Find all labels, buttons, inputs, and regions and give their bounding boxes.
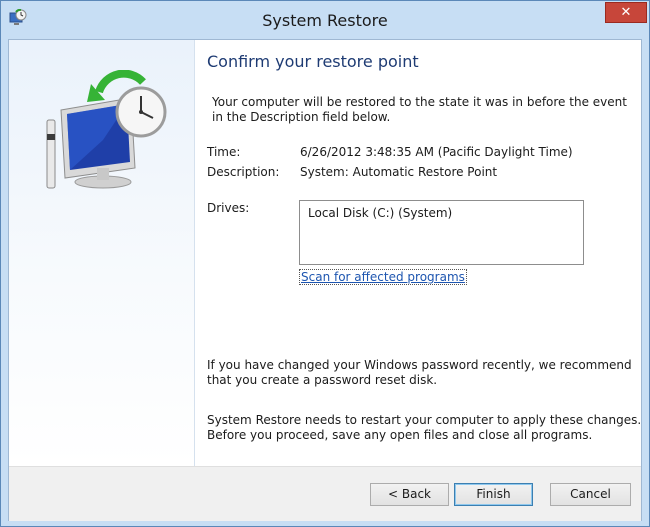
finish-button[interactable]: Finish [454,483,533,506]
list-item[interactable]: Local Disk (C:) (System) [308,206,452,220]
description-value: System: Automatic Restore Point [300,165,498,179]
button-bar: < Back Finish Cancel [9,466,641,521]
restart-note-line: System Restore needs to restart your com… [207,413,642,427]
scan-affected-programs-link[interactable]: Scan for affected programs [299,269,467,285]
intro-text: Your computer will be restored to the st… [212,95,627,125]
time-value: 6/26/2012 3:48:35 AM (Pacific Daylight T… [300,145,573,159]
system-restore-window: System Restore ✕ Confirm your restore po… [0,0,650,527]
close-icon: ✕ [620,5,632,20]
intro-line: in the Description field below. [212,110,391,124]
password-note: If you have changed your Windows passwor… [207,358,632,388]
time-label: Time: [207,145,241,159]
restart-note-line: Before you proceed, save any open files … [207,428,593,442]
window-title: System Restore [262,11,388,30]
password-note-line: If you have changed your Windows passwor… [207,358,632,372]
title-bar[interactable]: System Restore ✕ [1,1,649,39]
password-note-line: that you create a password reset disk. [207,373,438,387]
drives-list[interactable]: Local Disk (C:) (System) [299,200,584,265]
cancel-button[interactable]: Cancel [550,483,631,506]
restart-note: System Restore needs to restart your com… [207,413,641,443]
wizard-content: Confirm your restore point Your computer… [8,39,642,521]
back-button[interactable]: < Back [370,483,449,506]
page-heading: Confirm your restore point [207,52,419,71]
side-panel [9,40,195,466]
drives-label: Drives: [207,201,250,215]
intro-line: Your computer will be restored to the st… [212,95,627,109]
computer-restore-clock-icon [46,70,167,189]
description-label: Description: [207,165,280,179]
close-button[interactable]: ✕ [605,2,647,23]
